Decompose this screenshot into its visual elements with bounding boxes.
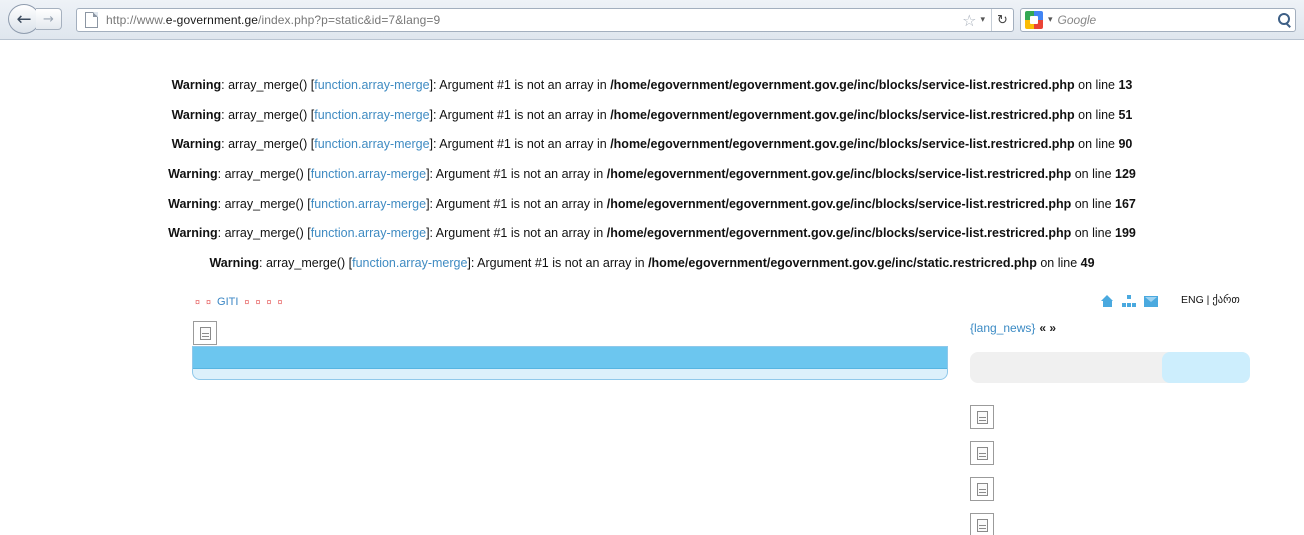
news-title: {lang_news} xyxy=(970,321,1036,335)
browser-toolbar: ← → http://www.e-government.ge/index.php… xyxy=(0,0,1304,40)
news-nav-arrows[interactable]: « » xyxy=(1039,321,1056,335)
nav-bullet: ¤ xyxy=(266,297,272,307)
broken-image-icon xyxy=(970,477,994,501)
function-link[interactable]: function.array-merge xyxy=(314,78,429,92)
news-box xyxy=(970,352,1250,383)
nav-link-giti[interactable]: GITI xyxy=(217,296,238,308)
nav-buttons: ← → xyxy=(8,4,62,34)
utility-icons xyxy=(1101,295,1158,307)
warning-line: Warning: array_merge() [function.array-m… xyxy=(168,167,1136,182)
function-link[interactable]: function.array-merge xyxy=(311,167,426,181)
warning-line: Warning: array_merge() [function.array-m… xyxy=(209,256,1095,271)
url-text[interactable]: http://www.e-government.ge/index.php?p=s… xyxy=(106,13,440,27)
lang-eng-link[interactable]: ENG xyxy=(1181,294,1204,306)
function-link[interactable]: function.array-merge xyxy=(314,108,429,122)
nav-bullet: ¤ xyxy=(206,297,212,307)
google-icon[interactable] xyxy=(1025,11,1043,29)
back-arrow-icon: ← xyxy=(16,8,32,30)
broken-image-icon xyxy=(970,441,994,465)
warning-line: Warning: array_merge() [function.array-m… xyxy=(171,78,1133,92)
php-warnings: Warning: array_merge() [function.array-m… xyxy=(0,77,1304,285)
news-heading: {lang_news} « » xyxy=(970,321,1056,335)
nav-bullet: ¤ xyxy=(244,297,250,307)
nav-bullet: ¤ xyxy=(255,297,261,307)
broken-image-icon xyxy=(970,513,994,535)
news-box-tab[interactable] xyxy=(1162,352,1250,383)
nav-bullet: ¤ xyxy=(195,297,201,307)
side-images xyxy=(970,405,994,535)
page-icon xyxy=(85,12,98,28)
warning-line: Warning: array_merge() [function.array-m… xyxy=(168,196,1136,211)
top-nav: ¤ ¤ GITI ¤ ¤ ¤ ¤ xyxy=(195,295,282,309)
function-link[interactable]: function.array-merge xyxy=(352,256,467,270)
mail-icon[interactable] xyxy=(1144,295,1158,307)
main-content-bar-fill xyxy=(193,347,947,369)
function-link[interactable]: function.array-merge xyxy=(311,226,426,240)
broken-image-icon xyxy=(970,405,994,429)
history-dropdown-icon[interactable]: ▾ xyxy=(980,15,985,25)
magnifier-icon[interactable] xyxy=(1277,13,1291,27)
search-placeholder: Google xyxy=(1057,13,1097,27)
broken-image-icon xyxy=(193,321,217,345)
star-icon[interactable]: ☆ xyxy=(962,11,976,30)
language-switcher: ENG | ქართ xyxy=(1181,294,1240,306)
search-engine-dropdown-icon[interactable]: ▾ xyxy=(1048,15,1053,25)
forward-button[interactable]: → xyxy=(36,8,62,30)
address-bar[interactable]: http://www.e-government.ge/index.php?p=s… xyxy=(76,8,1014,32)
function-link[interactable]: function.array-merge xyxy=(311,197,426,211)
main-content-bar xyxy=(192,346,948,380)
nav-bullet: ¤ xyxy=(277,297,283,307)
forward-arrow-icon: → xyxy=(43,11,54,27)
lang-geo-link[interactable]: ქართ xyxy=(1212,294,1239,306)
function-link[interactable]: function.array-merge xyxy=(314,137,429,151)
home-icon[interactable] xyxy=(1101,295,1114,307)
warning-line: Warning: array_merge() [function.array-m… xyxy=(168,226,1136,241)
sitemap-icon[interactable] xyxy=(1122,295,1136,307)
address-bar-controls: ☆ ▾ ↻ xyxy=(962,9,1013,31)
reload-icon[interactable]: ↻ xyxy=(991,9,1013,31)
search-bar[interactable]: ▾ Google xyxy=(1020,8,1296,32)
warning-line: Warning: array_merge() [function.array-m… xyxy=(171,137,1133,152)
warning-line: Warning: array_merge() [function.array-m… xyxy=(171,107,1133,122)
